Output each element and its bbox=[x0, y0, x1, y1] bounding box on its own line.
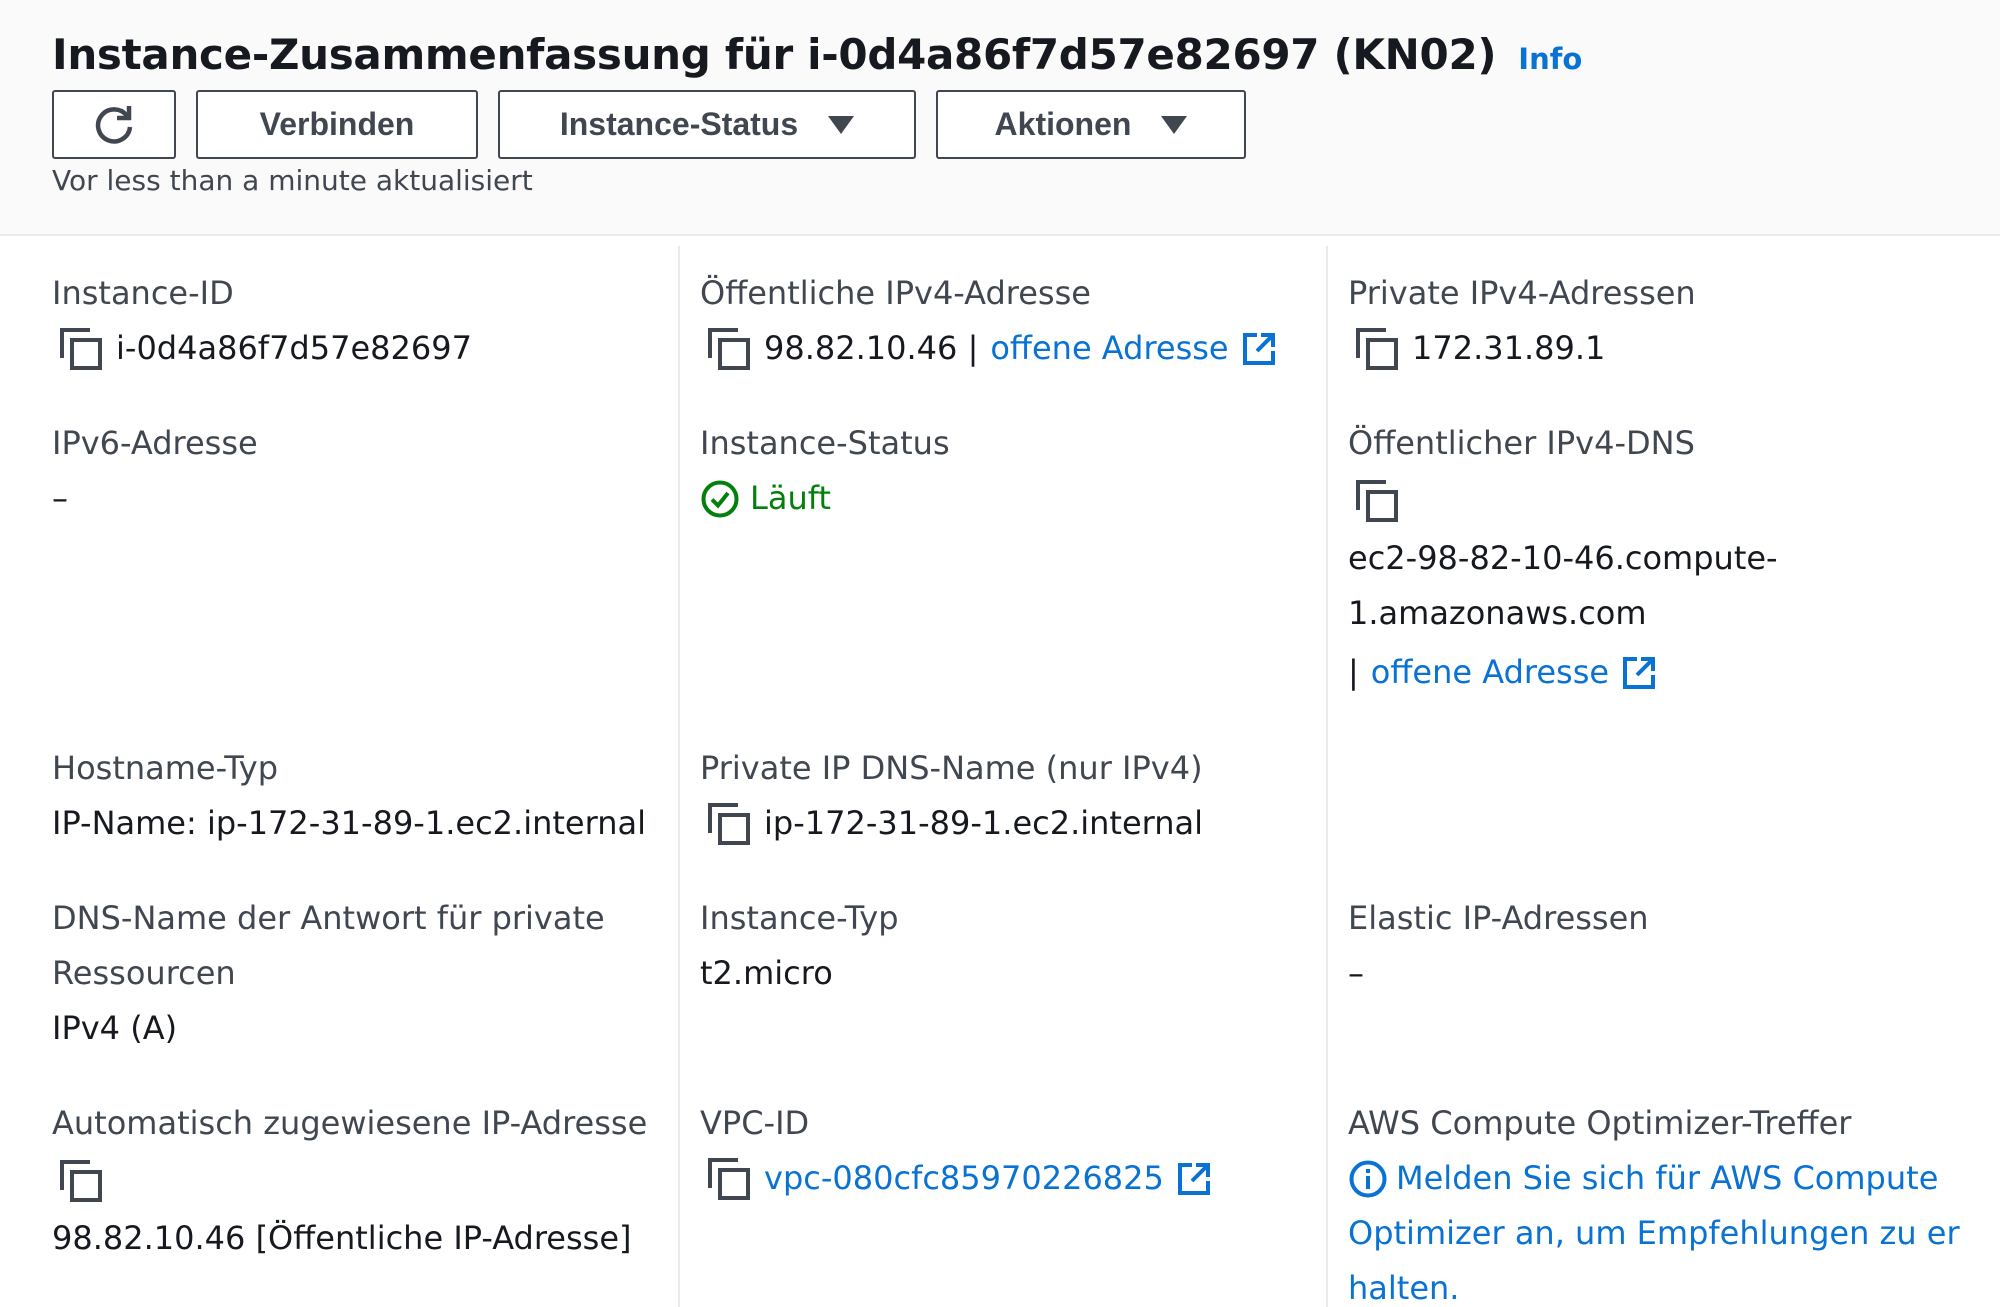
copy-icon[interactable] bbox=[60, 1160, 102, 1202]
ipv6-value: – bbox=[52, 479, 68, 517]
caret-down-icon bbox=[828, 115, 855, 134]
optimizer-text-line3[interactable]: halten. bbox=[1348, 1261, 1960, 1307]
instance-status-value: Läuft bbox=[750, 479, 831, 517]
hostname-type-value: IP-Name: ip-172-31-89-1.ec2.internal bbox=[52, 804, 646, 842]
separator: | bbox=[1348, 653, 1359, 691]
field-value: 98.82.10.46 | offene Adresse bbox=[700, 321, 1277, 376]
summary-header: Instance-Zusammenfassung für i-0d4a86f7d… bbox=[0, 0, 2000, 236]
field-label: Instance-ID bbox=[52, 274, 234, 312]
copy-icon[interactable] bbox=[1356, 327, 1398, 370]
field-vpc-id: VPC-ID vpc-080cfc85970226825 bbox=[700, 1096, 1212, 1206]
field-value: Läuft bbox=[700, 471, 950, 526]
instance-status-dropdown-label: Instance-Status bbox=[559, 106, 799, 142]
instance-status-dropdown[interactable]: Instance-Status bbox=[498, 90, 916, 159]
field-value: i-0d4a86f7d57e82697 bbox=[52, 321, 472, 376]
field-value: 172.31.89.1 bbox=[1348, 321, 1696, 376]
page-title: Instance-Zusammenfassung für i-0d4a86f7d… bbox=[52, 30, 1497, 79]
connect-button[interactable]: Verbinden bbox=[196, 90, 478, 159]
instance-id-value: i-0d4a86f7d57e82697 bbox=[116, 329, 472, 367]
private-dns-value: ip-172-31-89-1.ec2.internal bbox=[764, 804, 1204, 842]
public-ipv4-value: 98.82.10.46 | bbox=[764, 329, 979, 367]
field-label: Private IP DNS-Name (nur IPv4) bbox=[700, 749, 1203, 787]
action-toolbar: Verbinden Instance-Status Aktionen bbox=[52, 90, 1266, 159]
field-ipv6: IPv6-Adresse – bbox=[52, 416, 258, 526]
field-instance-type: Instance-Typ t2.micro bbox=[700, 891, 899, 1001]
caret-down-icon bbox=[1161, 115, 1188, 134]
field-instance-status: Instance-Status Läuft bbox=[700, 416, 950, 526]
copy-icon[interactable] bbox=[1356, 480, 1398, 522]
field-hostname-type: Hostname-Typ IP-Name: ip-172-31-89-1.ec2… bbox=[52, 741, 646, 851]
field-private-ipv4: Private IPv4-Adressen 172.31.89.1 bbox=[1348, 266, 1696, 376]
info-icon bbox=[1349, 1160, 1387, 1197]
field-label: Öffentliche IPv4-Adresse bbox=[700, 274, 1091, 312]
field-elastic-ip: Elastic IP-Adressen – bbox=[1348, 891, 1649, 1001]
external-link-icon[interactable] bbox=[1621, 655, 1657, 691]
field-label: Hostname-Typ bbox=[52, 749, 279, 787]
actions-dropdown[interactable]: Aktionen bbox=[936, 90, 1246, 159]
field-value: ip-172-31-89-1.ec2.internal bbox=[700, 796, 1203, 851]
field-label: IPv6-Adresse bbox=[52, 424, 258, 462]
field-label: Private IPv4-Adressen bbox=[1348, 274, 1696, 312]
field-value bbox=[1348, 471, 1778, 531]
field-label: Instance-Typ bbox=[700, 899, 899, 937]
field-optimizer: AWS Compute Optimizer-Treffer Melden Sie… bbox=[1348, 1096, 1960, 1307]
vpc-id-link[interactable]: vpc-080cfc85970226825 bbox=[764, 1151, 1164, 1206]
connect-button-label: Verbinden bbox=[259, 106, 415, 142]
field-public-dns: Öffentlicher IPv4-DNS ec2-98-82-10-46.co… bbox=[1348, 416, 1778, 700]
field-auto-ip: Automatisch zugewiesene IP-Adresse 98.82… bbox=[52, 1096, 647, 1266]
copy-icon[interactable] bbox=[708, 327, 750, 370]
optimizer-text-line1: Melden Sie sich für AWS Compute bbox=[1396, 1159, 1939, 1197]
field-label: Automatisch zugewiesene IP-Adresse bbox=[52, 1104, 648, 1142]
field-public-ipv4: Öffentliche IPv4-Adresse 98.82.10.46 | o… bbox=[700, 266, 1277, 376]
field-label: Instance-Status bbox=[700, 424, 950, 462]
info-link[interactable]: Info bbox=[1518, 42, 1582, 76]
refresh-icon bbox=[95, 105, 133, 144]
field-label-line2: Ressourcen bbox=[52, 954, 236, 992]
field-private-dns: Private IP DNS-Name (nur IPv4) ip-172-31… bbox=[700, 741, 1203, 851]
copy-icon[interactable] bbox=[708, 1157, 750, 1200]
refresh-button[interactable] bbox=[52, 90, 176, 159]
field-instance-id: Instance-ID i-0d4a86f7d57e82697 bbox=[52, 266, 472, 376]
public-dns-link-row: | offene Adresse bbox=[1348, 645, 1778, 700]
field-label: VPC-ID bbox=[700, 1104, 810, 1142]
optimizer-text-line2[interactable]: Optimizer an, um Empfehlungen zu er bbox=[1348, 1206, 1960, 1261]
public-dns-line2: 1.amazonaws.com bbox=[1348, 594, 1647, 632]
field-label: Elastic IP-Adressen bbox=[1348, 899, 1649, 937]
private-ipv4-value: 172.31.89.1 bbox=[1412, 329, 1606, 367]
copy-icon[interactable] bbox=[708, 802, 750, 845]
external-link-icon[interactable] bbox=[1241, 331, 1277, 367]
actions-dropdown-label: Aktionen bbox=[994, 106, 1132, 142]
field-label-line1: DNS-Name der Antwort für private bbox=[52, 899, 605, 937]
column-divider bbox=[1326, 246, 1328, 1307]
title-row: Instance-Zusammenfassung für i-0d4a86f7d… bbox=[52, 30, 1582, 79]
status-success-icon bbox=[701, 480, 739, 517]
elastic-ip-value: – bbox=[1348, 954, 1364, 992]
last-updated-text: Vor less than a minute aktualisiert bbox=[52, 164, 533, 197]
column-divider bbox=[678, 246, 680, 1307]
field-answer-dns: DNS-Name der Antwort für private Ressour… bbox=[52, 891, 605, 1056]
auto-ip-value: 98.82.10.46 [Öffentliche IP-Adresse] bbox=[52, 1219, 632, 1257]
field-value bbox=[52, 1151, 647, 1211]
field-label: Öffentlicher IPv4-DNS bbox=[1348, 424, 1695, 462]
external-link-icon[interactable] bbox=[1176, 1161, 1212, 1197]
field-value: vpc-080cfc85970226825 bbox=[700, 1151, 1212, 1206]
copy-icon[interactable] bbox=[60, 327, 102, 370]
public-dns-line1: ec2-98-82-10-46.compute- bbox=[1348, 539, 1778, 577]
field-label: AWS Compute Optimizer-Treffer bbox=[1348, 1104, 1852, 1142]
open-address-link[interactable]: offene Adresse bbox=[990, 321, 1228, 376]
optimizer-link-line1[interactable]: Melden Sie sich für AWS Compute bbox=[1348, 1151, 1960, 1206]
open-address-link[interactable]: offene Adresse bbox=[1371, 645, 1609, 700]
answer-dns-value: IPv4 (A) bbox=[52, 1009, 178, 1047]
instance-type-value: t2.micro bbox=[700, 954, 833, 992]
